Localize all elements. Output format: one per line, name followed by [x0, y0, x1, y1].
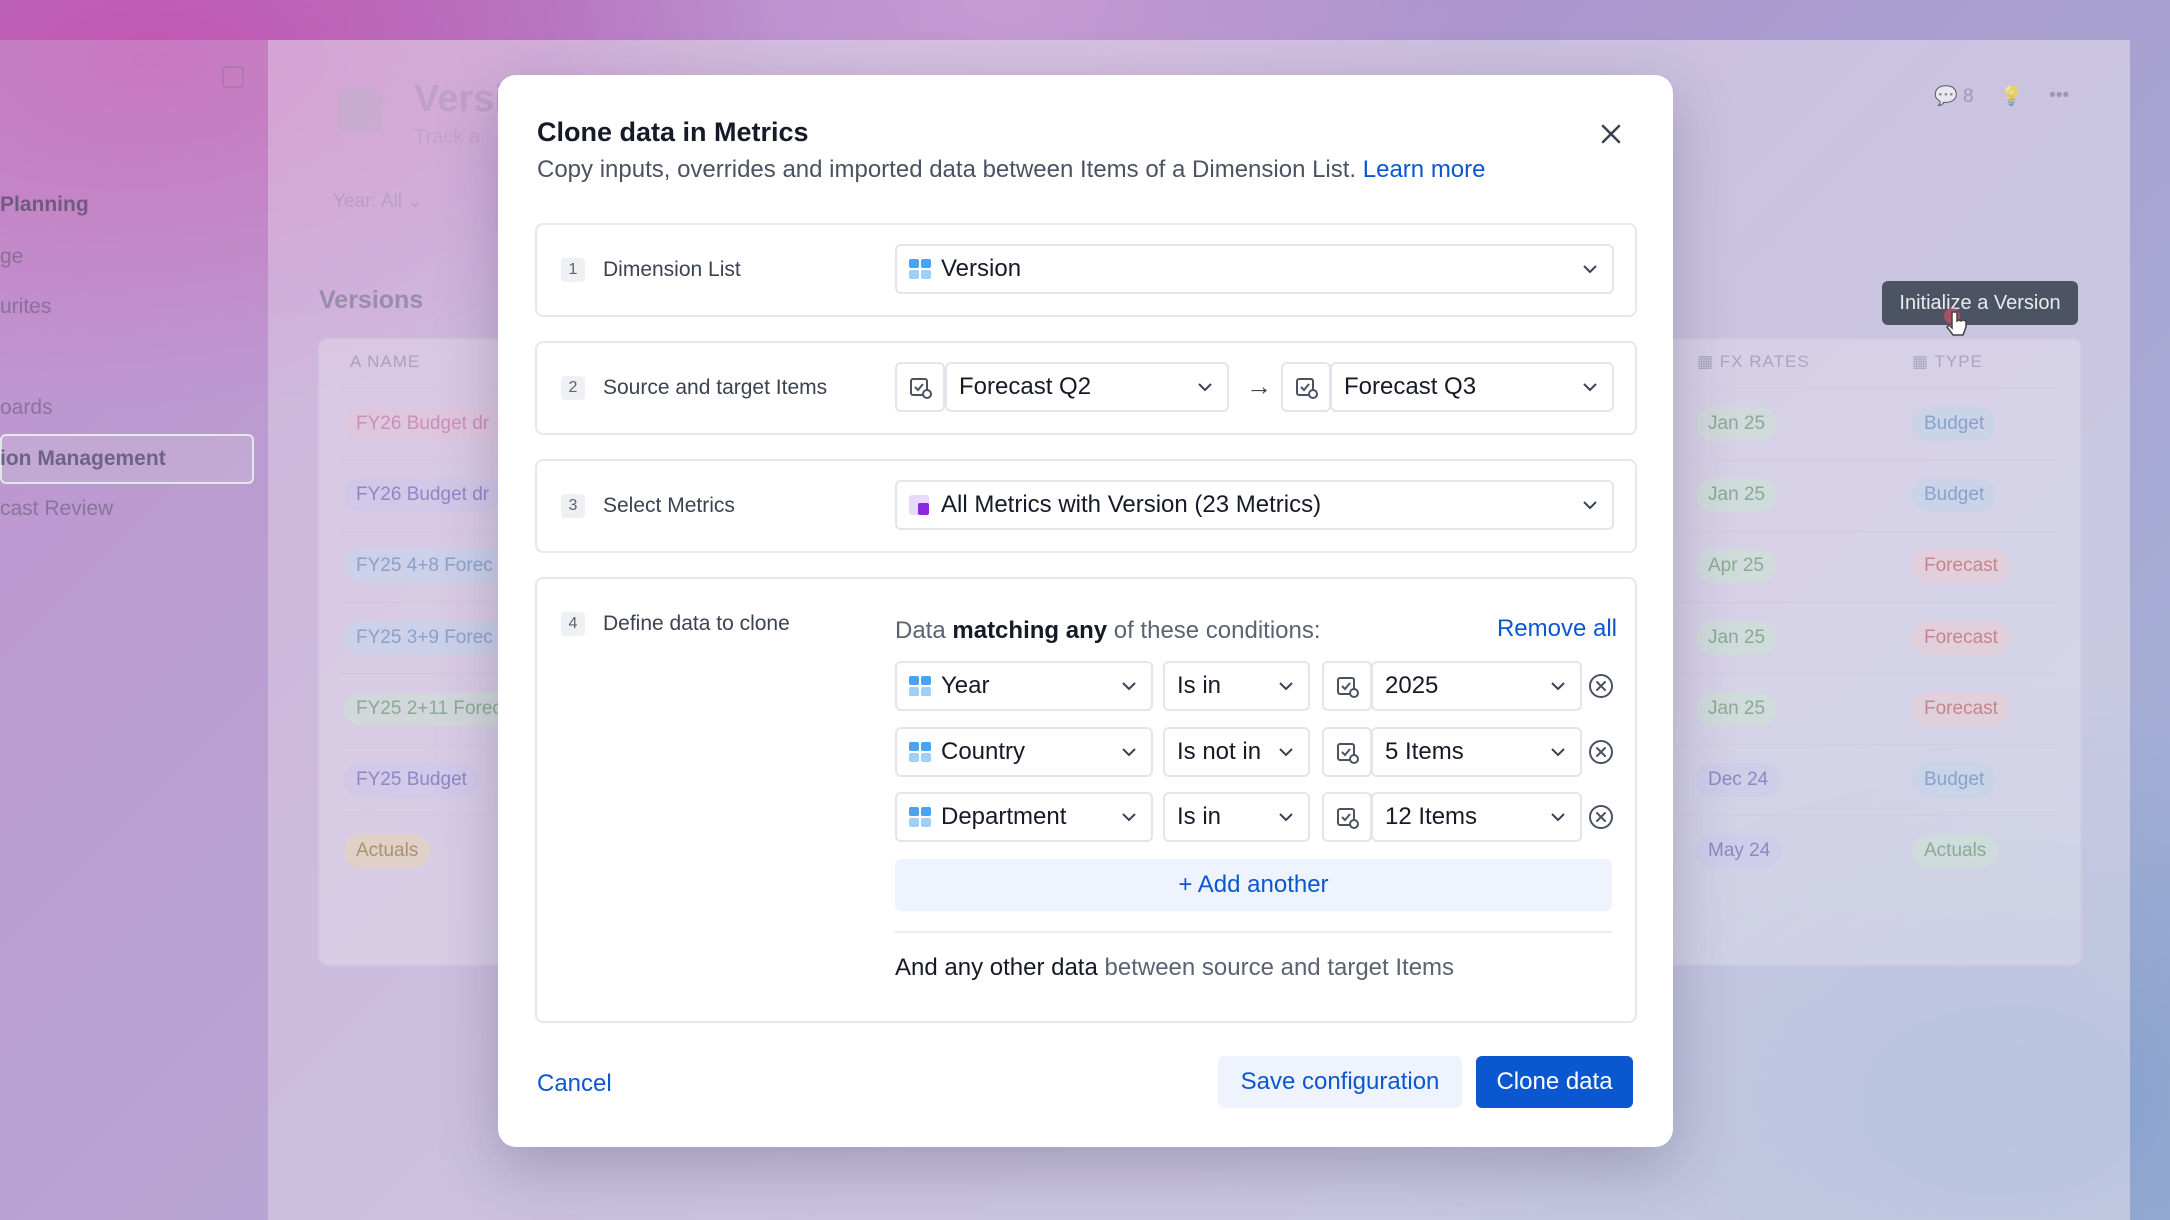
metrics-select[interactable]: All Metrics with Version (23 Metrics) [895, 480, 1614, 530]
conditions-heading-post: of these conditions: [1107, 617, 1321, 644]
metrics-value: All Metrics with Version (23 Metrics) [941, 491, 1322, 518]
chevron-down-icon [1551, 682, 1565, 691]
condition-value-select[interactable]: 5 Items [1371, 727, 1582, 777]
item-selector-icon [1296, 378, 1318, 399]
remove-condition-icon[interactable] [1588, 739, 1614, 765]
dialog-description-text: Copy inputs, overrides and imported data… [537, 156, 1357, 183]
step-number: 4 [561, 612, 585, 636]
condition-operator-value: Is not in [1177, 738, 1262, 765]
metrics-icon [909, 495, 929, 515]
remove-condition-icon[interactable] [1588, 673, 1614, 699]
condition-value-select[interactable]: 2025 [1371, 661, 1582, 711]
remove-condition-icon[interactable] [1588, 804, 1614, 830]
condition-operator-value: Is in [1177, 672, 1222, 699]
other-data-note: And any other data between source and ta… [895, 954, 1454, 982]
step-number: 3 [561, 494, 585, 518]
chevron-down-icon [1551, 813, 1565, 822]
section-select-metrics: 3 Select Metrics All Metrics with Versio… [535, 459, 1637, 553]
source-item-value: Forecast Q2 [959, 373, 1092, 400]
condition-dimension-select[interactable]: Department [895, 792, 1153, 842]
step-number: 1 [561, 258, 585, 282]
dialog-title: Clone data in Metrics [537, 117, 809, 147]
condition-dimension-value: Year [941, 672, 990, 699]
chevron-down-icon [1122, 682, 1136, 691]
source-item-type-button[interactable] [895, 362, 945, 412]
step-label: Select Metrics [603, 494, 735, 517]
step-number: 2 [561, 376, 585, 400]
add-another-button[interactable]: + Add another [895, 859, 1612, 911]
condition-operator-select[interactable]: Is not in [1163, 727, 1310, 777]
chevron-down-icon [1551, 748, 1565, 757]
conditions-heading-pre: Data [895, 617, 953, 644]
condition-dimension-select[interactable]: Country [895, 727, 1153, 777]
condition-value: 5 Items [1385, 738, 1464, 765]
chevron-down-icon [1583, 501, 1597, 510]
dimension-list-icon [909, 676, 931, 696]
conditions-heading-bold: matching any [952, 617, 1108, 644]
conditions-heading: Data matching any of these conditions: [895, 617, 1321, 645]
save-configuration-button[interactable]: Save configuration [1218, 1056, 1462, 1108]
item-selector-icon [910, 378, 932, 399]
add-another-label: Add another [1197, 871, 1329, 898]
source-item-select[interactable]: Forecast Q2 [945, 362, 1229, 412]
dimension-list-value: Version [941, 255, 1022, 282]
item-selector-icon [1337, 677, 1359, 698]
target-item-value: Forecast Q3 [1344, 373, 1477, 400]
dimension-list-select[interactable]: Version [895, 244, 1614, 294]
remove-all-button[interactable]: Remove all [1497, 615, 1617, 643]
dimension-list-icon [909, 259, 931, 279]
other-data-rest: between source and target Items [1097, 954, 1455, 981]
chevron-down-icon [1198, 383, 1212, 392]
arrow-right-icon: → [1246, 371, 1272, 401]
step-label: Define data to clone [603, 612, 790, 635]
chevron-down-icon [1583, 265, 1597, 274]
condition-item-type-button[interactable] [1322, 727, 1372, 777]
condition-operator-select[interactable]: Is in [1163, 661, 1310, 711]
chevron-down-icon [1583, 383, 1597, 392]
chevron-down-icon [1279, 813, 1293, 822]
divider [895, 931, 1612, 933]
plus-icon: + [1178, 871, 1198, 898]
chevron-down-icon [1122, 748, 1136, 757]
condition-value: 12 Items [1385, 803, 1478, 830]
target-item-type-button[interactable] [1281, 362, 1331, 412]
chevron-down-icon [1279, 748, 1293, 757]
chevron-down-icon [1279, 682, 1293, 691]
section-source-target: 2 Source and target Items Forecast Q2 → … [535, 341, 1637, 435]
condition-item-type-button[interactable] [1322, 792, 1372, 842]
chevron-down-icon [1122, 813, 1136, 822]
close-icon[interactable] [1596, 119, 1626, 149]
section-dimension-list: 1 Dimension List Version [535, 223, 1637, 317]
clone-data-button[interactable]: Clone data [1476, 1056, 1633, 1108]
condition-dimension-value: Department [941, 803, 1067, 830]
learn-more-link[interactable]: Learn more [1363, 156, 1486, 183]
item-selector-icon [1337, 808, 1359, 829]
section-define-data: 4 Define data to clone Data matching any… [535, 577, 1637, 1023]
condition-value-select[interactable]: 12 Items [1371, 792, 1582, 842]
condition-operator-select[interactable]: Is in [1163, 792, 1310, 842]
condition-value: 2025 [1385, 672, 1439, 699]
step-label: Source and target Items [603, 376, 828, 399]
condition-item-type-button[interactable] [1322, 661, 1372, 711]
target-item-select[interactable]: Forecast Q3 [1330, 362, 1614, 412]
condition-dimension-select[interactable]: Year [895, 661, 1153, 711]
dimension-list-icon [909, 742, 931, 762]
condition-dimension-value: Country [941, 738, 1026, 765]
clone-data-dialog: Clone data in Metrics Copy inputs, overr… [498, 75, 1673, 1147]
other-data-bold: And any other data [895, 954, 1098, 981]
step-label: Dimension List [603, 258, 741, 281]
dimension-list-icon [909, 807, 931, 827]
item-selector-icon [1337, 743, 1359, 764]
condition-operator-value: Is in [1177, 803, 1222, 830]
dialog-description: Copy inputs, overrides and imported data… [537, 156, 1486, 184]
cancel-button[interactable]: Cancel [537, 1070, 612, 1098]
